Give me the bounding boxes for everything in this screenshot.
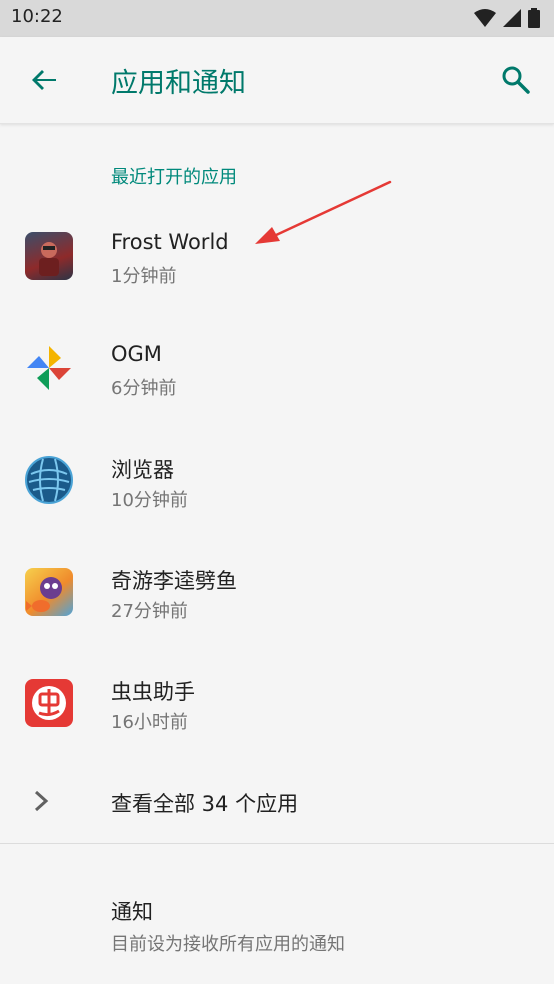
status-bar: 10:22	[0, 0, 554, 37]
see-all-apps-item[interactable]: 查看全部 34 个应用	[0, 760, 554, 844]
app-name: 奇游李逵劈鱼	[111, 569, 237, 593]
notifications-summary: 目前设为接收所有应用的通知	[111, 934, 345, 955]
app-last-used: 16小时前	[111, 712, 188, 733]
app-last-used: 27分钟前	[111, 601, 188, 622]
chongchong-icon	[25, 679, 73, 727]
app-name: OGM	[111, 342, 162, 366]
status-icons	[474, 8, 540, 28]
app-row-fish-game[interactable]: 奇游李逵劈鱼 27分钟前	[0, 535, 554, 645]
app-name: 虫虫助手	[111, 680, 195, 704]
app-name: Frost World	[111, 230, 229, 254]
fish-game-icon	[25, 568, 73, 616]
signal-icon	[503, 9, 521, 27]
notifications-title: 通知	[111, 900, 153, 924]
page-title: 应用和通知	[111, 68, 246, 99]
recent-apps-header: 最近打开的应用	[111, 167, 237, 188]
annotation-arrow	[255, 180, 392, 244]
ogm-icon	[25, 344, 73, 392]
search-button[interactable]	[498, 62, 534, 98]
app-last-used: 6分钟前	[111, 378, 177, 399]
back-button[interactable]	[26, 62, 62, 98]
chevron-right-icon	[34, 790, 49, 812]
app-last-used: 1分钟前	[111, 266, 177, 287]
search-icon	[502, 66, 530, 94]
divider	[0, 843, 554, 844]
app-name: 浏览器	[111, 458, 174, 482]
notifications-item[interactable]: 通知 目前设为接收所有应用的通知	[0, 880, 554, 970]
status-time: 10:22	[11, 6, 63, 27]
app-row-browser[interactable]: 浏览器 10分钟前	[0, 424, 554, 534]
frost-world-icon	[25, 232, 73, 280]
app-row-ogm[interactable]: OGM 6分钟前	[0, 312, 554, 422]
browser-icon	[25, 456, 73, 504]
app-bar: 应用和通知	[0, 37, 554, 124]
wifi-icon	[474, 9, 496, 27]
app-last-used: 10分钟前	[111, 490, 188, 511]
back-arrow-icon	[32, 70, 56, 90]
see-all-apps-label: 查看全部 34 个应用	[111, 792, 299, 816]
app-row-chongchong[interactable]: 虫虫助手 16小时前	[0, 646, 554, 756]
battery-icon	[528, 8, 540, 28]
